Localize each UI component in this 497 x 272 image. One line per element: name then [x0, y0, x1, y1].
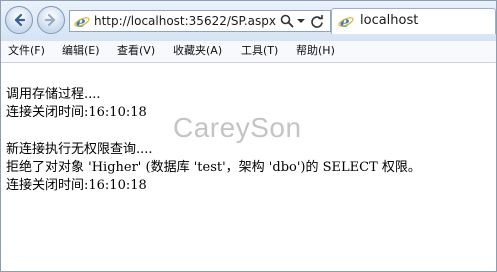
- search-icon[interactable]: [280, 14, 294, 28]
- ie-logo-icon: e: [74, 13, 90, 29]
- menu-help[interactable]: 帮助(H): [296, 43, 335, 59]
- content-line: 拒绝了对对象 'Higher' (数据库 'test'，架构 'dbo')的 S…: [6, 160, 421, 175]
- menu-bar: 文件(F) 编辑(E) 查看(V) 收藏夹(A) 工具(T) 帮助(H): [1, 41, 496, 63]
- menu-edit[interactable]: 编辑(E): [62, 43, 100, 59]
- chevron-down-icon[interactable]: [296, 14, 306, 28]
- content-line: 调用存储过程....: [6, 87, 101, 102]
- refresh-icon[interactable]: [310, 14, 324, 28]
- watermark: CareySon: [173, 112, 302, 143]
- tab-localhost[interactable]: e localhost: [331, 8, 496, 34]
- tab-title: localhost: [360, 13, 419, 28]
- menu-favorites[interactable]: 收藏夹(A): [173, 43, 222, 59]
- browser-toolbar: e http://localhost:35622/SP.aspx e local…: [1, 1, 496, 41]
- address-url[interactable]: http://localhost:35622/SP.aspx: [94, 12, 276, 30]
- arrow-left-icon: [14, 13, 26, 27]
- menu-file[interactable]: 文件(F): [8, 43, 45, 59]
- forward-button[interactable]: [37, 6, 65, 34]
- address-bar[interactable]: e http://localhost:35622/SP.aspx: [69, 10, 331, 32]
- back-button[interactable]: [5, 6, 33, 34]
- menu-tools[interactable]: 工具(T): [241, 43, 278, 59]
- arrow-right-icon: [44, 13, 56, 27]
- menu-view[interactable]: 查看(V): [117, 43, 155, 59]
- content-line: 连接关闭时间:16:10:18: [6, 178, 147, 193]
- ie-logo-icon: e: [338, 13, 354, 29]
